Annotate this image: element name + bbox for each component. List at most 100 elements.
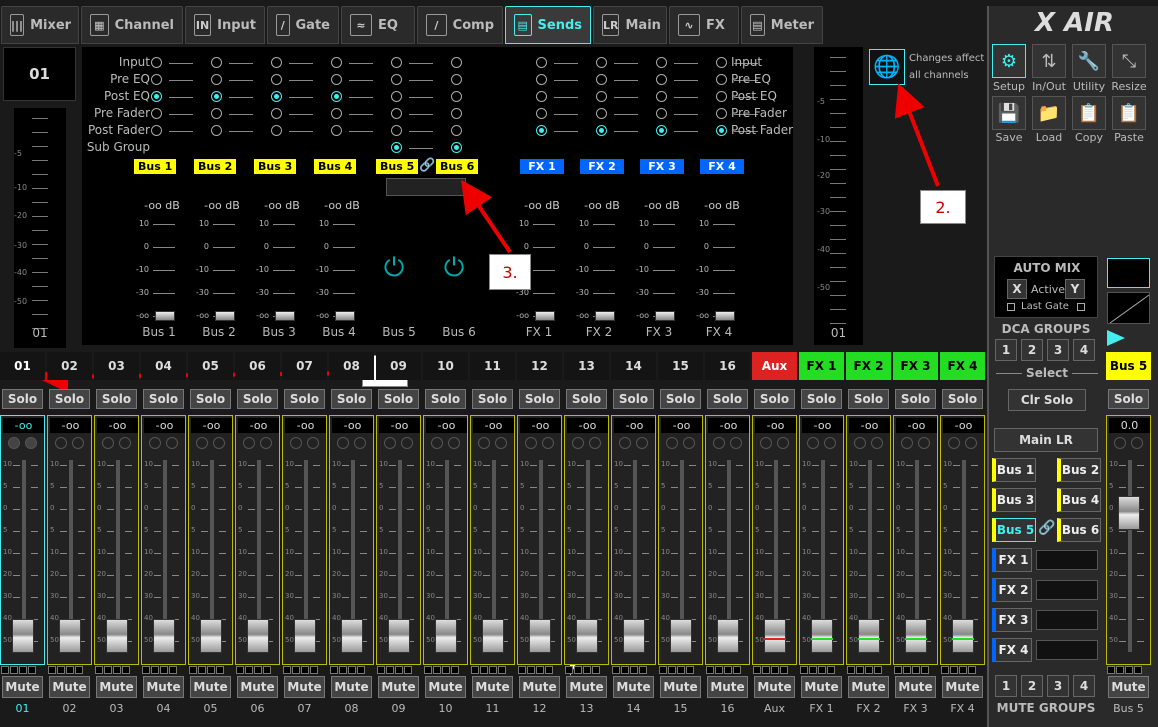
mute-button[interactable]: Mute	[801, 676, 842, 698]
bus-6-tap-radio[interactable]	[451, 142, 462, 153]
gear-icon[interactable]: ⚙	[992, 44, 1026, 78]
folder-icon[interactable]: 📁	[1032, 96, 1066, 130]
bus-5-tap-radio[interactable]	[391, 57, 402, 68]
solo-button[interactable]: Solo	[895, 389, 936, 409]
fader-cap[interactable]	[294, 619, 316, 653]
solo-button[interactable]: Solo	[613, 389, 654, 409]
bus-5-tap-radio[interactable]	[391, 142, 402, 153]
send-mini-fader[interactable]: 10 0 -10 -30 -oo	[255, 215, 315, 330]
fader-cap[interactable]	[764, 619, 786, 653]
bus-select-3[interactable]: Bus 3	[992, 488, 1036, 512]
strip-number[interactable]: 08	[329, 352, 374, 380]
clr-solo-button[interactable]: Clr Solo	[1008, 389, 1086, 411]
globe-icon[interactable]: 🌐	[869, 49, 905, 85]
solo-button[interactable]: Solo	[942, 389, 983, 409]
mini-fader-cap[interactable]	[595, 311, 615, 321]
strip-number[interactable]: FX 3	[893, 352, 938, 380]
fx-4-tap-radio[interactable]	[716, 108, 727, 119]
bus-link-icon[interactable]: 🔗	[419, 158, 435, 173]
mute-button[interactable]: Mute	[49, 676, 90, 698]
play-icon[interactable]	[1107, 330, 1125, 346]
strip-number[interactable]: 10	[423, 352, 468, 380]
bus-4-tap-radio[interactable]	[331, 108, 342, 119]
strip-number[interactable]: FX 4	[940, 352, 985, 380]
dca-button-1[interactable]: 1	[995, 339, 1017, 361]
bus-2-tap-radio[interactable]	[211, 125, 222, 136]
bus-3-tap-radio[interactable]	[271, 74, 282, 85]
mini-fader-cap[interactable]	[215, 311, 235, 321]
strip-number[interactable]: 11	[470, 352, 515, 380]
strip-number[interactable]: 05	[188, 352, 233, 380]
mini-fader-cap[interactable]	[155, 311, 175, 321]
mute-button[interactable]: Mute	[237, 676, 278, 698]
fader-cap[interactable]	[12, 619, 34, 653]
strip-number[interactable]: 01	[0, 352, 45, 380]
fader-cap[interactable]	[811, 619, 833, 653]
stereo-pan-control[interactable]	[386, 178, 466, 196]
fx-select-4[interactable]: FX 4	[992, 638, 1032, 662]
automix-graph-1[interactable]	[1107, 258, 1150, 288]
solo-button[interactable]: Solo	[331, 389, 372, 409]
bus-6-tap-radio[interactable]	[451, 91, 462, 102]
dca-button-4[interactable]: 4	[1073, 339, 1095, 361]
mute-button[interactable]: Mute	[895, 676, 936, 698]
solo-button[interactable]: Solo	[707, 389, 748, 409]
fx-select-3[interactable]: FX 3	[992, 608, 1032, 632]
solo-button[interactable]: Solo	[848, 389, 889, 409]
inout-arrows-icon[interactable]: ⇅	[1032, 44, 1066, 78]
bus-1-tap-radio[interactable]	[151, 125, 162, 136]
mute-button[interactable]: Mute	[660, 676, 701, 698]
bus-2-tap-radio[interactable]	[211, 108, 222, 119]
strip-number[interactable]: Bus 5	[1106, 352, 1151, 380]
strip-number[interactable]: 07	[282, 352, 327, 380]
fx-3-tap-radio[interactable]	[656, 91, 667, 102]
bus-1-tap-radio[interactable]	[151, 108, 162, 119]
strip-number[interactable]: FX 2	[846, 352, 891, 380]
solo-button[interactable]: Solo	[96, 389, 137, 409]
mute-button[interactable]: Mute	[942, 676, 983, 698]
solo-button[interactable]: Solo	[801, 389, 842, 409]
fx-2-tap-radio[interactable]	[596, 125, 607, 136]
bus-select-2[interactable]: Bus 2	[1057, 458, 1101, 482]
bus-5-tap-radio[interactable]	[391, 91, 402, 102]
strip-number[interactable]: 16	[705, 352, 750, 380]
strip-number[interactable]: 13	[564, 352, 609, 380]
fader-cap[interactable]	[435, 619, 457, 653]
strip-number[interactable]: Aux	[752, 352, 797, 380]
fader-cap[interactable]	[623, 619, 645, 653]
send-mini-fader[interactable]: 10 0 -10 -30 -oo	[195, 215, 255, 330]
fx-3-tap-radio[interactable]	[656, 108, 667, 119]
mute-group-3[interactable]: 3	[1047, 675, 1069, 697]
tab-eq[interactable]: ≈ EQ	[341, 6, 415, 44]
solo-button[interactable]: Solo	[49, 389, 90, 409]
fx-3-tap-radio[interactable]	[656, 57, 667, 68]
bus-4-tap-radio[interactable]	[331, 74, 342, 85]
mute-button[interactable]: Mute	[2, 676, 43, 698]
solo-button[interactable]: Solo	[566, 389, 607, 409]
mute-button[interactable]: Mute	[331, 676, 372, 698]
strip-number[interactable]: 03	[94, 352, 139, 380]
fader-cap[interactable]	[576, 619, 598, 653]
strip-number[interactable]: 09	[376, 352, 421, 380]
dca-button-2[interactable]: 2	[1021, 339, 1043, 361]
fx-2-tap-radio[interactable]	[596, 91, 607, 102]
fader-cap[interactable]	[200, 619, 222, 653]
solo-button[interactable]: Solo	[143, 389, 184, 409]
fx-2-tap-radio[interactable]	[596, 74, 607, 85]
mute-group-4[interactable]: 4	[1073, 675, 1095, 697]
mute-button[interactable]: Mute	[143, 676, 184, 698]
bus-3-tap-radio[interactable]	[271, 57, 282, 68]
strip-number[interactable]: 14	[611, 352, 656, 380]
mute-button[interactable]: Mute	[378, 676, 419, 698]
bus-select-5[interactable]: Bus 5	[992, 518, 1036, 542]
tab-sends[interactable]: ▤ Sends	[505, 6, 591, 44]
fader-cap[interactable]	[529, 619, 551, 653]
resize-icon[interactable]: ⤡	[1112, 44, 1146, 78]
automix-graph-2[interactable]	[1107, 292, 1150, 324]
bus-1-tap-radio[interactable]	[151, 57, 162, 68]
tab-gate[interactable]: / Gate	[267, 6, 339, 44]
fader-cap[interactable]	[952, 619, 974, 653]
mute-group-1[interactable]: 1	[995, 675, 1017, 697]
lastgate-checkbox-left[interactable]	[1007, 303, 1015, 311]
tab-main[interactable]: LR Main	[593, 6, 667, 44]
